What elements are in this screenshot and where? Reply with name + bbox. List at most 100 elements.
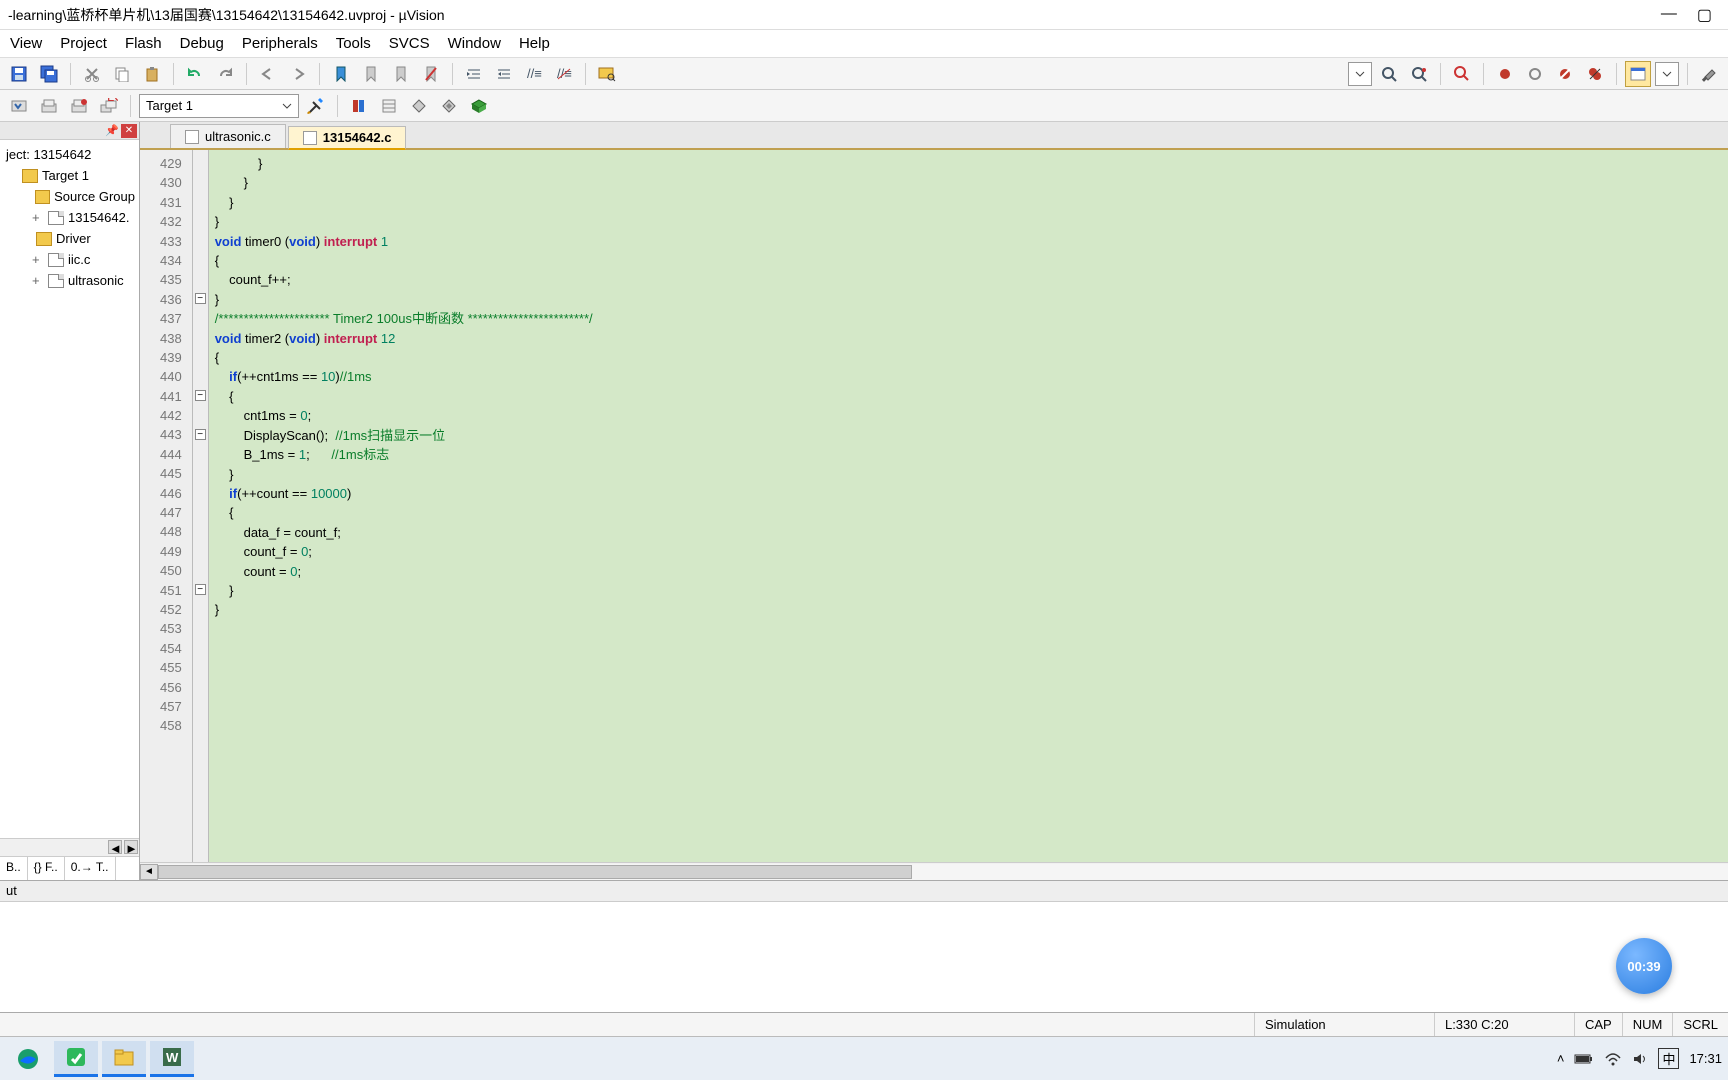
comment-icon[interactable]: //≡ [521,61,547,87]
batch-build-icon[interactable]: LOAD [96,93,122,119]
code-line[interactable]: /********************** Timer2 100us中断函数… [215,309,1722,328]
tree-item[interactable]: +13154642. [2,207,137,228]
tray-wifi-icon[interactable] [1604,1052,1622,1066]
code-line[interactable]: } [215,290,1722,309]
scroll-right-icon[interactable]: ► [124,840,138,854]
incremental-find-icon[interactable] [1406,61,1432,87]
copy-icon[interactable] [109,61,135,87]
menu-tools[interactable]: Tools [336,35,371,52]
scroll-track[interactable] [158,864,1728,880]
code-line[interactable]: } [215,581,1722,600]
tree-item[interactable]: Driver [2,228,137,249]
tray-chevron-icon[interactable]: ˄ [1557,1051,1565,1066]
options-target-icon[interactable] [303,93,329,119]
pin-icon[interactable]: 📌 [105,124,119,138]
bookmark-next-icon[interactable] [388,61,414,87]
outdent-icon[interactable] [491,61,517,87]
tray-clock[interactable]: 17:31 [1689,1051,1722,1066]
editor-hscroll[interactable]: ◄ [140,862,1728,880]
nav-forward-icon[interactable] [285,61,311,87]
output-body[interactable] [0,902,1728,1012]
uncomment-icon[interactable]: //≡ [551,61,577,87]
tree-item[interactable]: +iic.c [2,249,137,270]
menu-view[interactable]: View [10,35,42,52]
bookmark-clear-icon[interactable] [418,61,444,87]
translate-icon[interactable] [6,93,32,119]
save-icon[interactable] [6,61,32,87]
taskbar-wps-icon[interactable]: W [150,1041,194,1077]
code-editor[interactable]: 4294304314324334344354364374384394404414… [140,150,1728,862]
code-line[interactable]: count_f = 0; [215,542,1722,561]
code-line[interactable]: { [215,251,1722,270]
code-line[interactable]: data_f = count_f; [215,523,1722,542]
menu-project[interactable]: Project [60,35,107,52]
window-layout-dropdown[interactable] [1655,62,1679,86]
find-dropdown[interactable] [1348,62,1372,86]
tree-root[interactable]: ject: 13154642 [2,144,137,165]
code-line[interactable]: } [215,154,1722,173]
manage-books-icon[interactable] [346,93,372,119]
taskbar-explorer-icon[interactable] [102,1041,146,1077]
file-extensions-icon[interactable] [376,93,402,119]
save-all-icon[interactable] [36,61,62,87]
target-combo[interactable]: Target 1 [139,94,299,118]
tree-hscroll[interactable]: ◄ ► [0,838,139,856]
maximize-button[interactable]: ▢ [1697,5,1712,25]
code-line[interactable]: { [215,503,1722,522]
paste-icon[interactable] [139,61,165,87]
menu-window[interactable]: Window [448,35,501,52]
breakpoint-kill-icon[interactable] [1552,61,1578,87]
tree-expand-icon[interactable]: + [32,273,44,288]
code-line[interactable]: count_f++; [215,270,1722,289]
scroll-thumb[interactable] [158,865,912,879]
undo-icon[interactable] [182,61,208,87]
code-line[interactable]: { [215,348,1722,367]
code-line[interactable]: if(++cnt1ms == 10)//1ms [215,367,1722,386]
window-layout-icon[interactable] [1625,61,1651,87]
code-line[interactable]: } [215,193,1722,212]
tray-volume-icon[interactable] [1632,1052,1648,1066]
menu-peripherals[interactable]: Peripherals [242,35,318,52]
scroll-left-icon[interactable]: ◄ [108,840,122,854]
taskbar-edge-icon[interactable] [6,1041,50,1077]
rebuild-icon[interactable] [66,93,92,119]
tray-ime[interactable]: 中 [1658,1048,1679,1069]
cut-icon[interactable] [79,61,105,87]
fold-toggle-icon[interactable]: − [195,584,206,595]
indent-icon[interactable] [461,61,487,87]
redo-icon[interactable] [212,61,238,87]
code-line[interactable]: count = 0; [215,562,1722,581]
fold-toggle-icon[interactable]: − [195,390,206,401]
file-tab[interactable]: ultrasonic.c [170,124,286,148]
project-subtab[interactable]: 0.→ T.. [65,857,116,880]
tree-item[interactable]: Source Group [2,186,137,207]
bookmark-toggle-icon[interactable] [328,61,354,87]
tray-battery-icon[interactable] [1574,1053,1594,1065]
code-line[interactable]: } [215,173,1722,192]
tree-item[interactable]: Target 1 [2,165,137,186]
code-line[interactable]: DisplayScan(); //1ms扫描显示一位 [215,426,1722,445]
taskbar-app-icon[interactable] [54,1041,98,1077]
manage-multi-icon[interactable] [436,93,462,119]
close-panel-icon[interactable]: ✕ [121,124,137,138]
fold-toggle-icon[interactable]: − [195,293,206,304]
code-line[interactable]: } [215,212,1722,231]
file-tab[interactable]: 13154642.c [288,126,407,150]
pack-installer-icon[interactable] [466,93,492,119]
code-line[interactable]: } [215,600,1722,619]
code-line[interactable]: { [215,387,1722,406]
code-line[interactable]: if(++count == 10000) [215,484,1722,503]
configure-icon[interactable] [1696,61,1722,87]
manage-env-icon[interactable] [406,93,432,119]
nav-back-icon[interactable] [255,61,281,87]
fold-toggle-icon[interactable]: − [195,429,206,440]
menu-help[interactable]: Help [519,35,550,52]
breakpoint-killall-icon[interactable] [1582,61,1608,87]
tree-expand-icon[interactable]: + [32,210,44,225]
breakpoint-disable-icon[interactable] [1522,61,1548,87]
menu-flash[interactable]: Flash [125,35,162,52]
project-subtab[interactable]: {} F.. [28,857,65,880]
build-icon[interactable] [36,93,62,119]
code-line[interactable]: cnt1ms = 0; [215,406,1722,425]
menu-svcs[interactable]: SVCS [389,35,430,52]
